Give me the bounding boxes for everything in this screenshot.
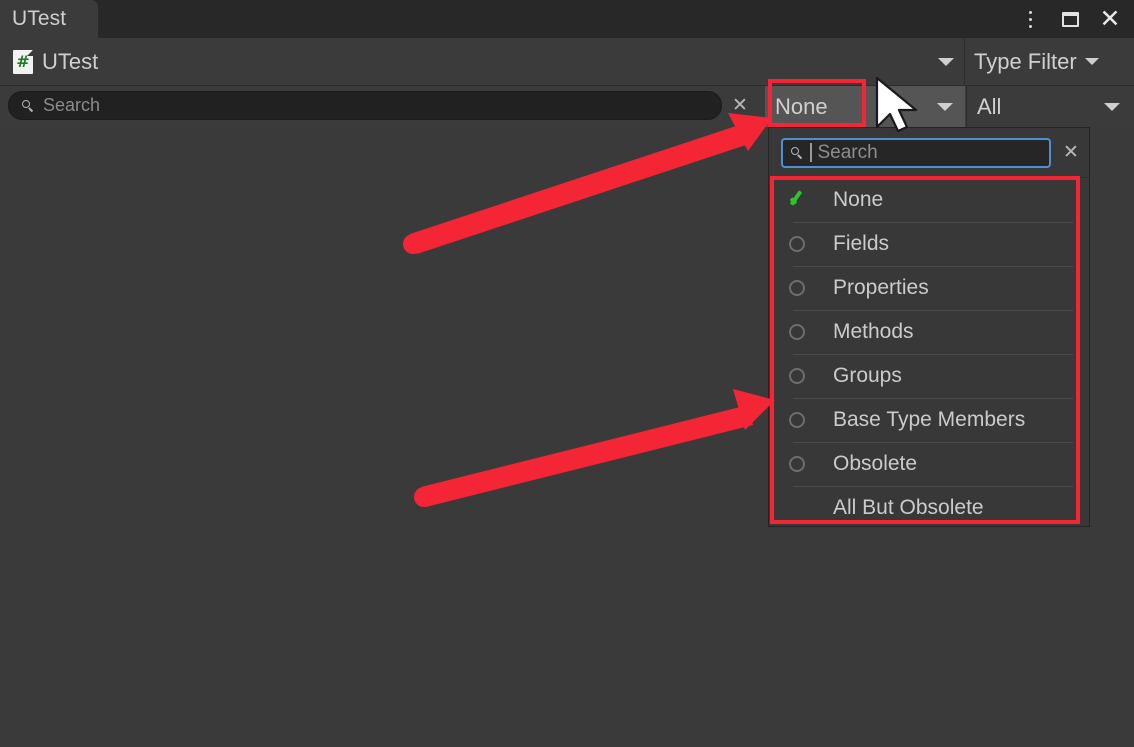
radio-circle-icon: [789, 456, 833, 472]
radio-circle-glyph: [789, 324, 805, 340]
popup-option-label: All But Obsolete: [833, 496, 984, 519]
radio-circle-glyph: [789, 368, 805, 384]
maximize-icon[interactable]: [1052, 2, 1088, 36]
popup-option-methods[interactable]: Methods: [769, 310, 1089, 354]
popup-option-groups[interactable]: Groups: [769, 354, 1089, 398]
popup-option-label: Obsolete: [833, 452, 918, 475]
search-input[interactable]: Search: [8, 91, 722, 120]
radio-circle-icon: [789, 280, 833, 296]
search-clear-button[interactable]: ✕: [729, 91, 751, 120]
close-glyph: ✕: [1099, 4, 1121, 33]
kebab-glyph: [1028, 9, 1032, 30]
search-icon: [791, 146, 803, 159]
popup-search-placeholder: Search: [817, 141, 878, 163]
popup-option-label: Methods: [833, 320, 914, 343]
popup-search-clear-button[interactable]: ✕: [1059, 141, 1083, 164]
radio-circle-icon: [789, 324, 833, 340]
chevron-down-icon: [1084, 58, 1099, 65]
close-icon: ✕: [1063, 142, 1079, 163]
popup-search-input[interactable]: Search: [781, 137, 1051, 168]
chevron-down-icon: [1104, 86, 1120, 127]
popup-search-bar: Search ✕: [769, 128, 1089, 178]
window-controls: ✕: [1012, 0, 1128, 38]
csharp-hash-glyph: #: [16, 52, 30, 71]
popup-option-properties[interactable]: Properties: [769, 266, 1089, 310]
kebab-menu-icon[interactable]: [1012, 2, 1048, 36]
popup-option-obsolete[interactable]: Obsolete: [769, 442, 1089, 486]
chevron-down-icon: [937, 86, 953, 127]
popup-option-all-but-obsolete[interactable]: All But Obsolete: [769, 486, 1089, 530]
type-filter-dropdown[interactable]: Type Filter: [964, 38, 1134, 85]
popup-option-label: Groups: [833, 364, 902, 387]
radio-circle-glyph: [789, 280, 805, 296]
breadcrumb-dropdown-button[interactable]: [928, 38, 964, 85]
breadcrumb[interactable]: # UTest: [13, 38, 98, 85]
radio-circle-glyph: [789, 412, 805, 428]
popup-option-list: None Fields Properties Methods Groups Base Ty…: [769, 178, 1089, 530]
search-input-placeholder: Search: [43, 95, 101, 115]
member-filter-dropdown[interactable]: None: [765, 86, 965, 127]
popup-option-label: Base Type Members: [833, 408, 1026, 431]
close-icon: ✕: [732, 95, 748, 116]
popup-option-fields[interactable]: Fields: [769, 222, 1089, 266]
breadcrumb-bar: # UTest Type Filter: [0, 38, 1134, 86]
member-filter-popup: Search ✕ None Fields Properties Methods Grou…: [768, 127, 1090, 527]
check-icon: [789, 190, 833, 210]
popup-option-label: None: [833, 188, 884, 211]
text-cursor: [810, 143, 812, 162]
type-filter-label: Type Filter: [974, 48, 1077, 74]
radio-circle-icon: [789, 368, 833, 384]
chevron-down-icon: [938, 57, 954, 66]
radio-circle-glyph: [789, 236, 805, 252]
title-bar: UTest ✕: [0, 0, 1134, 38]
window-tab-label: UTest: [12, 7, 67, 30]
close-icon[interactable]: ✕: [1092, 2, 1128, 36]
maximize-glyph: [1061, 11, 1079, 27]
popup-option-none[interactable]: None: [769, 178, 1089, 222]
member-filter-value: None: [775, 93, 828, 119]
csharp-file-icon: #: [13, 49, 33, 74]
access-filter-dropdown[interactable]: All: [966, 86, 1134, 127]
radio-circle-icon: [789, 236, 833, 252]
popup-option-label: Fields: [833, 232, 890, 255]
radio-circle-glyph: [789, 456, 805, 472]
access-filter-value: All: [977, 93, 1002, 119]
check-glyph: [789, 190, 809, 210]
popup-option-label: Properties: [833, 276, 929, 299]
radio-circle-icon: [789, 412, 833, 428]
breadcrumb-label: UTest: [42, 48, 99, 74]
search-icon: [22, 99, 34, 112]
window-tab-utest[interactable]: UTest: [0, 0, 98, 38]
popup-option-base-type-members[interactable]: Base Type Members: [769, 398, 1089, 442]
